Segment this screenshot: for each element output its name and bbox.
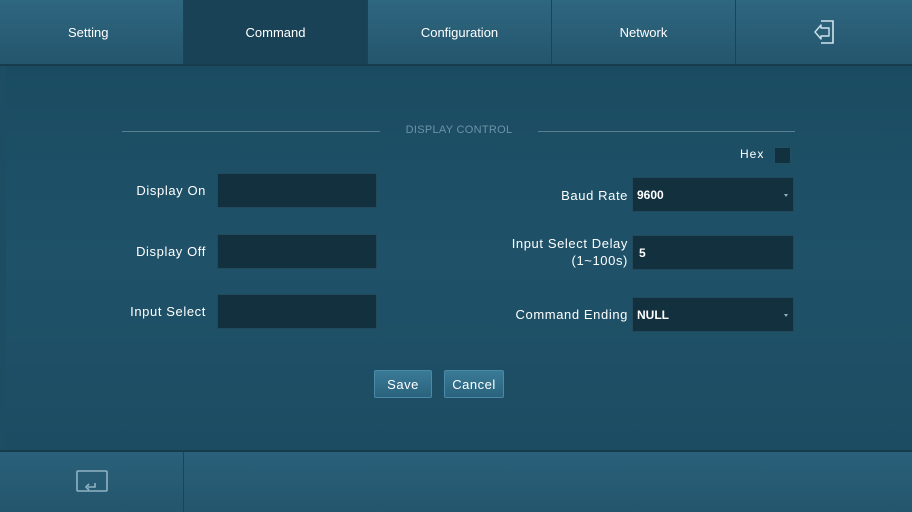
tab-network[interactable]: Network <box>552 0 736 64</box>
input-select-delay-input[interactable]: 5 <box>632 235 794 270</box>
return-button[interactable] <box>0 452 184 512</box>
command-ending-value: NULL <box>637 307 669 322</box>
command-ending-select[interactable]: NULL <box>632 297 794 332</box>
tab-configuration[interactable]: Configuration <box>368 0 552 64</box>
input-select-label: Input Select <box>130 304 206 319</box>
save-button[interactable]: Save <box>374 370 432 398</box>
main-panel: DISPLAY CONTROL Hex Display On Display O… <box>6 66 912 450</box>
divider <box>538 131 795 132</box>
display-off-input[interactable] <box>217 234 377 269</box>
logout-button[interactable] <box>736 0 912 64</box>
display-on-input[interactable] <box>217 173 377 208</box>
command-ending-label: Command Ending <box>515 307 628 322</box>
chevron-down-icon <box>784 193 788 197</box>
display-on-label: Display On <box>136 183 206 198</box>
logout-icon <box>814 20 834 44</box>
divider <box>122 131 380 132</box>
delay-label-line2: (1~100s) <box>571 253 628 268</box>
tab-setting[interactable]: Setting <box>0 0 184 64</box>
display-off-label: Display Off <box>136 244 206 259</box>
bottom-bar <box>0 450 912 512</box>
baud-rate-value: 9600 <box>637 187 664 202</box>
hex-checkbox[interactable] <box>774 147 791 164</box>
input-select-delay-label: Input Select Delay (1~100s) <box>446 235 628 269</box>
section-title: DISPLAY CONTROL <box>405 124 513 136</box>
top-nav: Setting Command Configuration Network <box>0 0 912 66</box>
baud-rate-label: Baud Rate <box>561 188 628 203</box>
chevron-down-icon <box>784 313 788 317</box>
hex-label: Hex <box>740 147 765 161</box>
input-select-input[interactable] <box>217 294 377 329</box>
delay-label-line1: Input Select Delay <box>511 236 628 251</box>
return-icon <box>75 470 108 492</box>
tab-command[interactable]: Command <box>184 0 368 64</box>
baud-rate-select[interactable]: 9600 <box>632 177 794 212</box>
cancel-button[interactable]: Cancel <box>444 370 504 398</box>
